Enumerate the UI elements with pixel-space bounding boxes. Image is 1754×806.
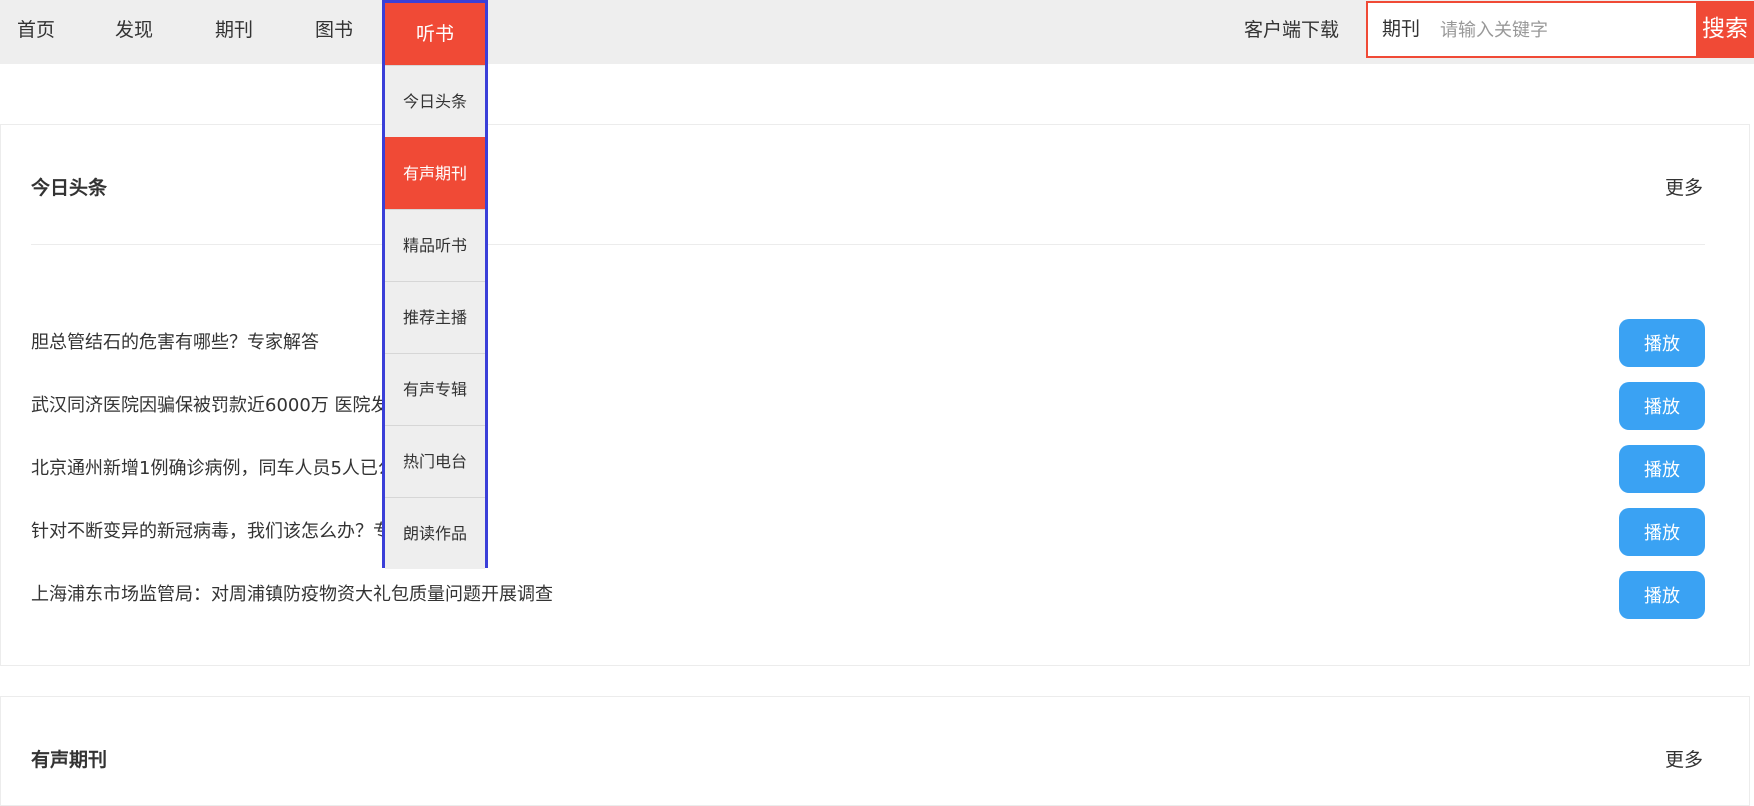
play-button[interactable]: 播放 xyxy=(1619,571,1705,619)
nav-item-books[interactable]: 图书 xyxy=(312,0,356,60)
search-button[interactable]: 搜索 xyxy=(1696,1,1754,58)
list-item: 武汉同济医院因骗保被罚款近6000万 医院发布情况通报 播放 xyxy=(31,382,1705,430)
list-item: 胆总管结石的危害有哪些？专家解答 播放 xyxy=(31,319,1705,367)
list-item: 北京通州新增1例确诊病例，同车人员5人已公布 播放 xyxy=(31,445,1705,493)
more-link[interactable]: 更多 xyxy=(1665,173,1703,200)
list-item: 上海浦东市场监管局：对周浦镇防疫物资大礼包质量问题开展调查 播放 xyxy=(31,571,1705,619)
search-input[interactable] xyxy=(1438,11,1652,49)
nav-item-home[interactable]: 首页 xyxy=(14,0,58,60)
dropdown-item-hot-radio[interactable]: 热门电台 xyxy=(385,425,485,497)
listen-books-dropdown: 听书 今日头条 有声期刊 精品听书 推荐主播 有声专辑 热门电台 朗读作品 xyxy=(382,0,488,569)
client-download-link[interactable]: 客户端下载 xyxy=(1244,0,1339,60)
section-title: 今日头条 xyxy=(31,177,108,199)
search-box: 期刊 搜索 xyxy=(1366,1,1754,58)
dropdown-item-audio-journals[interactable]: 有声期刊 xyxy=(385,137,485,209)
news-title[interactable]: 胆总管结石的危害有哪些？专家解答 xyxy=(31,319,319,367)
section-divider xyxy=(31,244,1705,245)
section-today-headlines: 今日头条 更多 胆总管结石的危害有哪些？专家解答 播放 武汉同济医院因骗保被罚款… xyxy=(0,124,1750,666)
play-button[interactable]: 播放 xyxy=(1619,445,1705,493)
play-button[interactable]: 播放 xyxy=(1619,508,1705,556)
dropdown-item-audio-albums[interactable]: 有声专辑 xyxy=(385,353,485,425)
section-title: 有声期刊 xyxy=(31,749,108,771)
dropdown-item-today-headlines[interactable]: 今日头条 xyxy=(385,65,485,137)
dropdown-item-recommended-hosts[interactable]: 推荐主播 xyxy=(385,281,485,353)
list-item: 针对不断变异的新冠病毒，我们该怎么办？专家做出提示 播放 xyxy=(31,508,1705,556)
news-title[interactable]: 北京通州新增1例确诊病例，同车人员5人已公布 xyxy=(31,445,414,493)
search-category-select[interactable]: 期刊 xyxy=(1382,3,1420,56)
top-nav-bar: 首页 发现 期刊 图书 客户端下载 期刊 搜索 xyxy=(0,0,1754,64)
more-link[interactable]: 更多 xyxy=(1665,745,1703,772)
section-audio-journals: 有声期刊 更多 xyxy=(0,696,1750,806)
play-button[interactable]: 播放 xyxy=(1619,319,1705,367)
nav-item-discover[interactable]: 发现 xyxy=(112,0,156,60)
news-title[interactable]: 上海浦东市场监管局：对周浦镇防疫物资大礼包质量问题开展调查 xyxy=(31,571,553,619)
dropdown-item-premium-audiobooks[interactable]: 精品听书 xyxy=(385,209,485,281)
nav-item-listen-books[interactable]: 听书 xyxy=(385,3,485,65)
play-button[interactable]: 播放 xyxy=(1619,382,1705,430)
dropdown-item-reading-works[interactable]: 朗读作品 xyxy=(385,497,485,569)
nav-item-journals[interactable]: 期刊 xyxy=(212,0,256,60)
